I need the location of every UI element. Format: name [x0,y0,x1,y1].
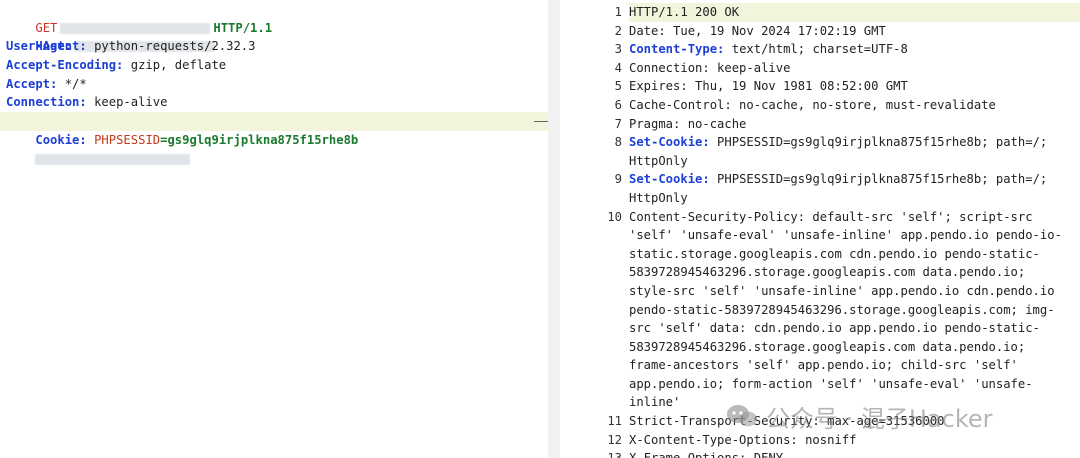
line-text: Content-Type: text/html; charset=UTF-8 [629,40,1080,59]
line-text: HTTP/1.1 200 OK [629,3,1080,22]
response-line: 2 Date: Tue, 19 Nov 2024 17:02:19 GMT [560,22,1080,41]
response-header-value: HTTP/1.1 200 OK [629,5,740,19]
header-value: gzip, deflate [130,58,227,73]
line-number: 10 [607,209,622,224]
chat-bubble-icon [727,405,757,427]
line-number: 8 [614,135,622,150]
response-line: 8 Set-Cookie: PHPSESSID=gs9glq9irjplkna87… [560,133,1080,170]
redacted-line [0,131,548,165]
request-editor[interactable]: GET HTTP/1.1 Host: User-Agent: python-req… [0,0,548,458]
line-number: 1 [614,5,622,19]
watermark-text: 公众号 · 混子Hacker [766,404,993,433]
line-text: Set-Cookie: PHPSESSID=gs9glq9irjplkna875… [629,170,1080,207]
pane-divider[interactable] [548,0,560,458]
response-header-value: X-Frame-Options: DENY [629,451,783,458]
response-header-value: Connection: keep-alive [629,60,791,75]
line-number: 5 [614,79,622,94]
line-text: Cache-Control: no-cache, no-store, must-… [629,96,1080,115]
response-line: 10 Content-Security-Policy: default-src '… [560,208,1080,413]
host-line: Host: [0,19,548,53]
header-key: Accept-Encoding: [6,58,124,73]
response-line: 7 Pragma: no-cache [560,115,1080,134]
response-header-value: Date: Tue, 19 Nov 2024 17:02:19 GMT [629,23,886,38]
request-header-line: Accept-Encoding: gzip, deflate [0,56,548,75]
request-header-line: Connection: keep-alive [0,93,548,112]
response-header-key: Set-Cookie: [629,135,710,150]
scroll-caret [534,121,548,123]
response-header-value: Pragma: no-cache [629,116,747,131]
line-number: 9 [614,172,622,187]
response-line: 1 HTTP/1.1 200 OK [560,3,1080,22]
line-text: Connection: keep-alive [629,59,1080,78]
response-line: 13X-Frame-Options: DENY [560,449,1080,458]
header-key: User-Agent: [6,39,87,54]
response-header-value: text/html; charset=UTF-8 [724,42,908,57]
response-header-key: Set-Cookie: [629,172,710,187]
request-header-line: Accept: */* [0,75,548,94]
response-header-value: Content-Security-Policy: default-src 'se… [629,209,1062,410]
watermark: 公众号 · 混子Hacker [726,396,993,436]
response-line: 4 Connection: keep-alive [560,59,1080,78]
line-number: 6 [614,97,622,112]
header-key: Connection: [6,95,87,110]
line-text: Pragma: no-cache [629,115,1080,134]
line-number: 4 [614,60,622,75]
line-number: 13 [560,449,629,458]
line-number: 12 [607,432,622,447]
response-header-key: Content-Type: [629,42,725,57]
line-number: 2 [614,23,622,38]
response-header-value: Expires: Thu, 19 Nov 1981 08:52:00 GMT [629,79,908,94]
response-line: 5 Expires: Thu, 19 Nov 1981 08:52:00 GMT [560,77,1080,96]
cookie-line: Cookie: PHPSESSID=gs9glq9irjplkna875f15r… [0,112,548,147]
line-number: 11 [607,414,622,429]
line-text: X-Frame-Options: DENY [629,449,1080,458]
redacted-body [35,153,191,165]
line-text: Set-Cookie: PHPSESSID=gs9glq9irjplkna875… [629,133,1080,170]
line-number: 7 [614,116,622,131]
header-value: */* [64,76,87,91]
response-line: 6 Cache-Control: no-cache, no-store, must… [560,96,1080,115]
response-line: 9 Set-Cookie: PHPSESSID=gs9glq9irjplkna87… [560,170,1080,207]
line-text: Expires: Thu, 19 Nov 1981 08:52:00 GMT [629,77,1080,96]
line-number: 3 [614,42,622,57]
response-line: 3 Content-Type: text/html; charset=UTF-8 [560,40,1080,59]
header-value: python-requests/2.32.3 [94,39,256,54]
response-header-value: Cache-Control: no-cache, no-store, must-… [629,97,996,112]
line-text: Date: Tue, 19 Nov 2024 17:02:19 GMT [629,22,1080,41]
response-viewer[interactable]: 1 HTTP/1.1 200 OK 2 Date: Tue, 19 Nov 2024 … [560,0,1080,458]
request-line: GET HTTP/1.1 [0,0,548,35]
header-value: keep-alive [94,95,168,110]
line-text: Content-Security-Policy: default-src 'se… [629,208,1080,413]
header-key: Accept: [6,76,58,91]
request-header-line: User-Agent: python-requests/2.32.3 [0,37,548,56]
